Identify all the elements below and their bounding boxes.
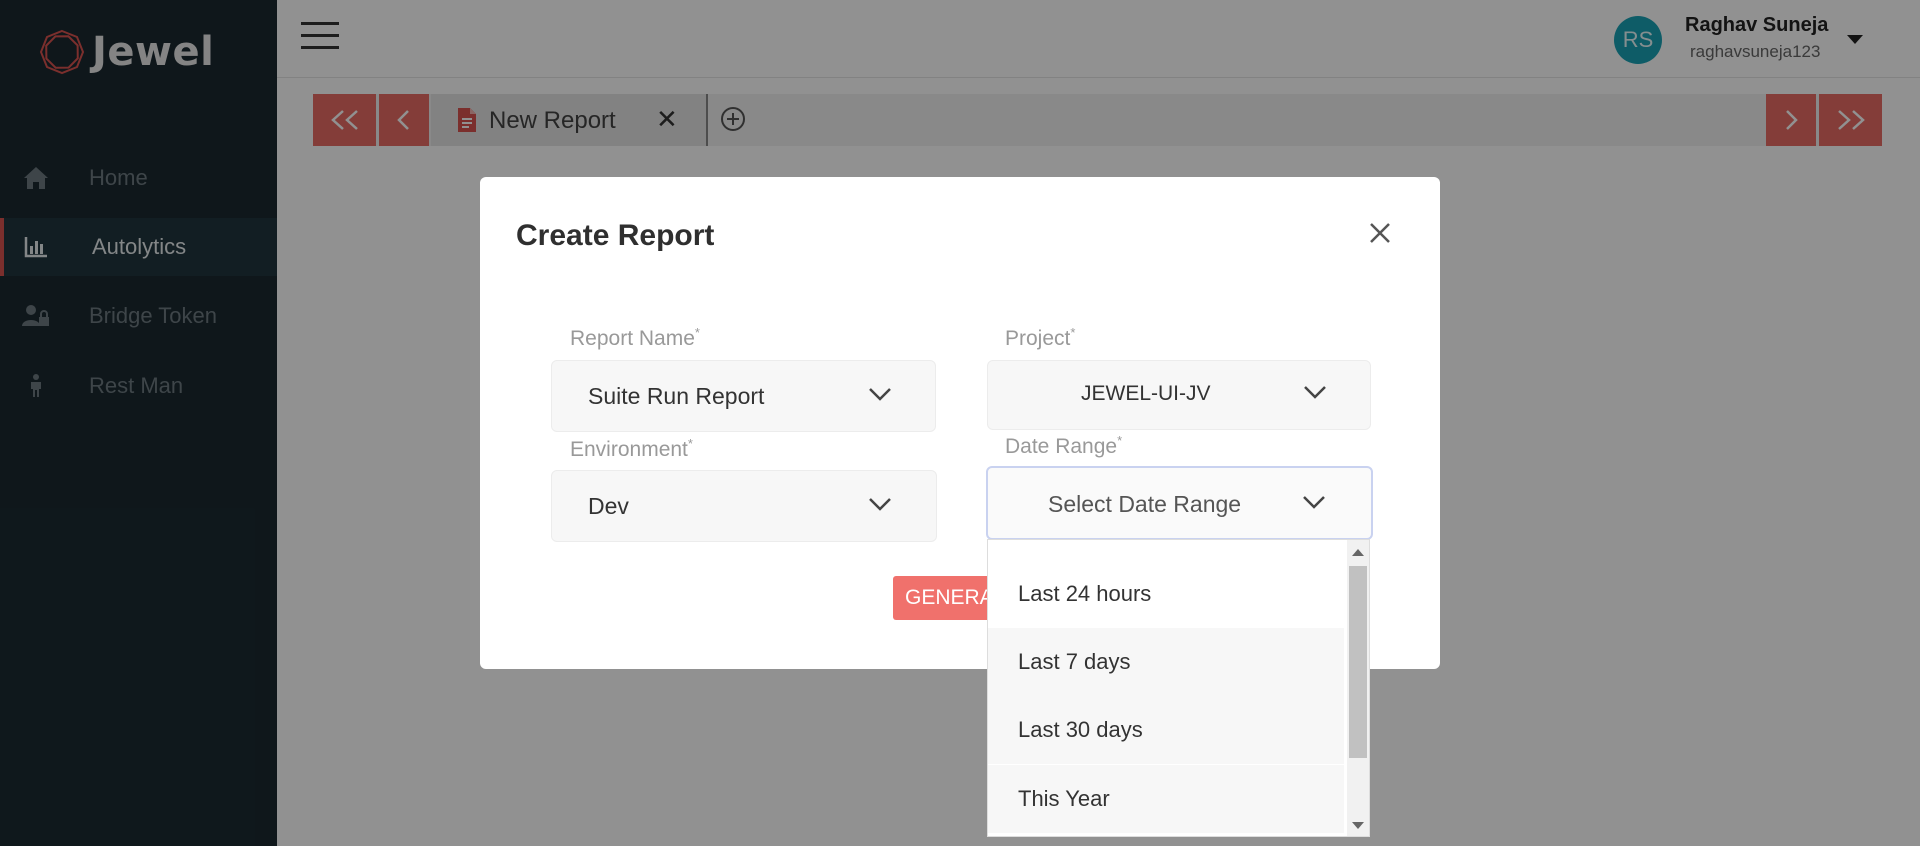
required-marker: * [687,436,693,451]
scroll-down-arrow-icon[interactable] [1352,822,1364,829]
date-range-option-this-year[interactable]: This Year [988,765,1344,833]
date-range-option-last-24-hours[interactable]: Last 24 hours [988,560,1344,628]
report-name-label: Report Name* [570,325,700,351]
chevron-down-icon [868,497,892,516]
required-marker: * [1070,325,1076,340]
date-range-option-last-7-days[interactable]: Last 7 days [988,628,1344,696]
scroll-thumb[interactable] [1349,566,1367,758]
project-label-text: Project [1005,327,1071,350]
modal-title: Create Report [516,219,715,252]
date-range-label-text: Date Range [1005,435,1118,458]
date-range-select[interactable]: Select Date Range [986,466,1373,540]
required-marker: * [694,325,700,340]
date-range-label: Date Range* [1005,433,1122,459]
close-icon[interactable] [1366,219,1394,247]
project-label: Project* [1005,325,1075,351]
report-name-label-text: Report Name [570,327,695,350]
environment-select[interactable]: Dev [551,470,937,542]
chevron-down-icon [868,387,892,406]
required-marker: * [1117,433,1123,448]
environment-label-text: Environment [570,438,688,461]
report-name-value: Suite Run Report [588,383,765,409]
environment-value: Dev [588,493,629,519]
chevron-down-icon [1303,385,1327,404]
date-range-dropdown: Last 24 hours Last 7 days Last 30 days T… [987,539,1370,837]
scroll-up-arrow-icon[interactable] [1352,549,1364,556]
report-name-select[interactable]: Suite Run Report [551,360,936,432]
project-value: JEWEL-UI-JV [1081,382,1211,405]
project-select[interactable]: JEWEL-UI-JV [987,360,1371,430]
chevron-down-icon [1302,495,1326,514]
date-range-option-last-30-days[interactable]: Last 30 days [988,696,1344,764]
dropdown-scrollbar[interactable] [1347,540,1369,836]
date-range-placeholder: Select Date Range [1048,491,1242,517]
environment-label: Environment* [570,436,693,462]
